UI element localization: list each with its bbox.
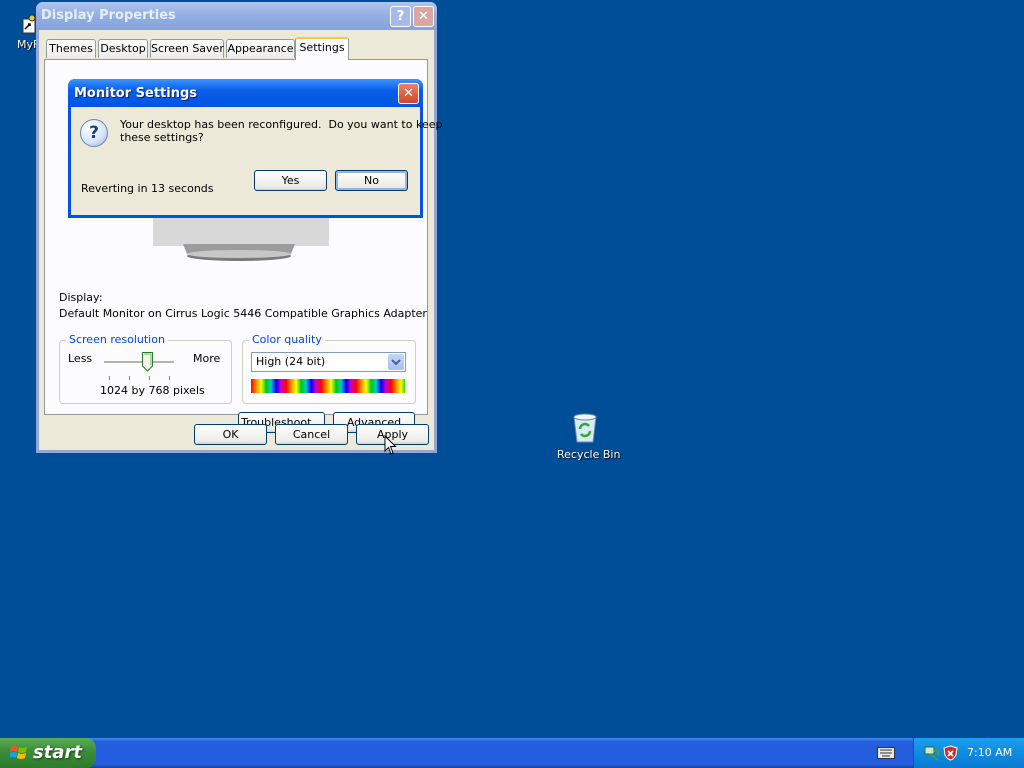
security-shield-icon[interactable] — [943, 745, 958, 761]
tab-themes[interactable]: Themes — [46, 39, 96, 58]
dialog-message-line2: these settings? — [120, 131, 204, 144]
question-glyph: ? — [89, 123, 99, 143]
chevron-down-icon — [391, 359, 401, 366]
resolution-less-label: Less — [68, 352, 93, 365]
display-adapter-text: Default Monitor on Cirrus Logic 5446 Com… — [59, 307, 427, 320]
slider-ticks — [104, 376, 174, 380]
slider-tick — [169, 376, 170, 380]
start-label: start — [33, 742, 82, 763]
slider-tick — [129, 376, 130, 380]
recycle-bin[interactable]: Recycle Bin — [553, 410, 621, 464]
cancel-button[interactable]: Cancel — [275, 424, 348, 445]
color-quality-value: High (24 bit) — [256, 355, 326, 368]
monitor-settings-dialog: Monitor Settings ✕ ? Your desktop has be… — [68, 79, 442, 218]
monitor-preview-icon — [153, 210, 329, 261]
screen-resolution-label: Screen resolution — [66, 333, 168, 346]
shortcut-icon — [22, 14, 36, 34]
no-button[interactable]: No — [335, 170, 408, 191]
tab-desktop[interactable]: Desktop — [98, 39, 148, 58]
window-close-button[interactable]: ✕ — [413, 6, 434, 27]
revert-countdown: Reverting in 13 seconds — [81, 182, 214, 195]
close-icon: ✕ — [403, 86, 414, 101]
monitor-settings-titlebar[interactable]: Monitor Settings ✕ — [68, 79, 423, 107]
dialog-title: Monitor Settings — [74, 86, 198, 101]
dialog-close-button[interactable]: ✕ — [398, 83, 419, 104]
window-title: Display Properties — [41, 8, 176, 23]
tab-settings[interactable]: Settings — [295, 37, 349, 60]
dialog-body: ? Your desktop has been reconfigured. Do… — [71, 107, 442, 215]
keyboard-icon[interactable] — [877, 747, 895, 759]
color-spectrum-bar — [251, 379, 405, 393]
help-button[interactable]: ? — [390, 6, 411, 27]
screen-resolution-group: Screen resolution Less More 1024 by 768 … — [59, 333, 232, 404]
display-properties-titlebar[interactable]: Display Properties ? ✕ — [36, 2, 437, 30]
resolution-value-text: 1024 by 768 pixels — [100, 384, 205, 397]
mouse-cursor-icon — [384, 435, 397, 455]
system-tray: 7:10 AM — [913, 738, 1024, 768]
network-icon[interactable] — [924, 745, 940, 761]
color-quality-select[interactable]: High (24 bit) — [251, 352, 406, 372]
windows-logo-icon — [10, 746, 27, 759]
slider-tick — [109, 376, 110, 380]
slider-thumb-icon[interactable] — [142, 352, 153, 372]
help-icon: ? — [396, 9, 405, 24]
resolution-slider[interactable] — [104, 349, 174, 380]
tab-appearance[interactable]: Appearance — [226, 39, 295, 58]
resolution-more-label: More — [193, 352, 221, 365]
taskbar: start 7:10 AM — [0, 738, 1024, 768]
close-icon: ✕ — [418, 9, 429, 24]
recycle-bin-icon — [573, 413, 597, 443]
display-properties-window: Display Properties ? ✕ Themes Desktop Sc… — [36, 2, 437, 453]
start-button[interactable]: start — [0, 738, 96, 768]
dialog-message-line1: Your desktop has been reconfigured. Do y… — [120, 118, 443, 131]
yes-button[interactable]: Yes — [254, 170, 327, 191]
slider-tick — [149, 376, 150, 380]
color-quality-group: Color quality High (24 bit) — [242, 333, 416, 404]
ok-button[interactable]: OK — [194, 424, 267, 445]
color-quality-label: Color quality — [249, 333, 325, 346]
clock[interactable]: 7:10 AM — [967, 746, 1012, 759]
dropdown-button[interactable] — [388, 354, 404, 370]
recycle-bin-label: Recycle Bin — [557, 448, 621, 461]
slider-track — [104, 361, 174, 364]
display-label: Display: — [59, 291, 103, 304]
question-icon: ? — [80, 119, 108, 147]
tab-screen-saver[interactable]: Screen Saver — [150, 39, 224, 58]
